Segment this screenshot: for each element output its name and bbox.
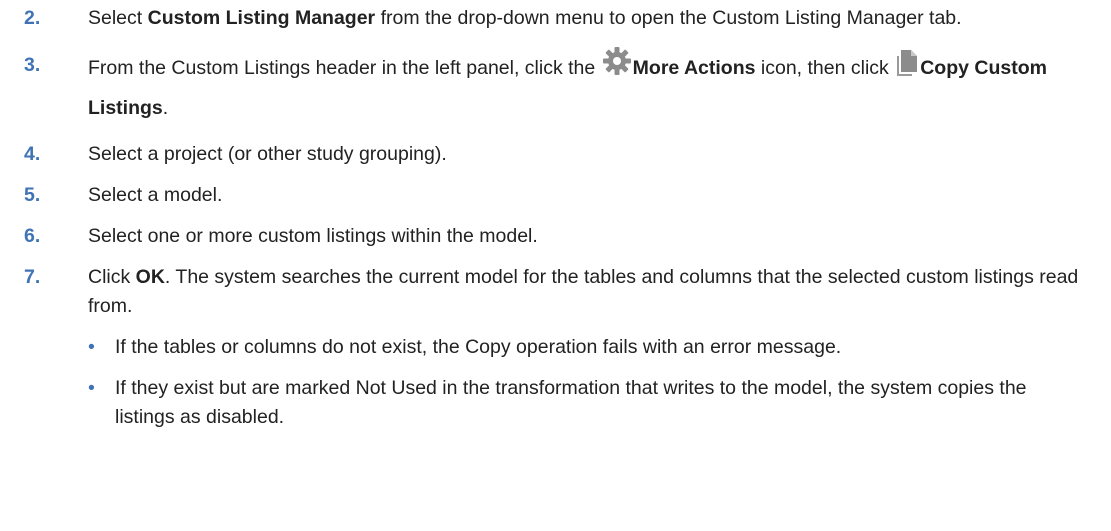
step-text: Select a project (or other study groupin… (88, 143, 447, 165)
step-text: Select a model. (88, 184, 223, 206)
step-text: Select one or more custom listings withi… (88, 225, 538, 247)
step-2: 2. Select Custom Listing Manager from th… (24, 4, 1091, 33)
list-item: • If the tables or columns do not exist,… (88, 333, 1091, 362)
step-number: 7. (24, 266, 41, 288)
step-text: . The system searches the current model … (88, 266, 1079, 317)
bullet-text: If the tables or columns do not exist, t… (115, 336, 842, 358)
copy-icon (894, 49, 920, 77)
step-text: From the Custom Listings header in the l… (88, 57, 601, 79)
bullet-marker: • (88, 336, 95, 358)
bullet-text: If they exist but are marked Not Used in… (115, 377, 1027, 428)
step-text: Click (88, 266, 136, 288)
step-7-bullets: • If the tables or columns do not exist,… (88, 333, 1091, 432)
more-actions-label: More Actions (632, 57, 756, 79)
step-text: . (162, 97, 169, 119)
step-text: Select (88, 7, 148, 29)
step-4: 4. Select a project (or other study grou… (24, 140, 1091, 169)
step-number: 3. (24, 54, 41, 76)
step-7: 7. Click OK. The system searches the cur… (24, 263, 1091, 432)
gear-icon (601, 45, 633, 77)
step-number: 5. (24, 184, 41, 206)
step-3: 4. 3. From the Custom Listings header in… (24, 45, 1091, 128)
step-5: 5. Select a model. (24, 181, 1091, 210)
bullet-marker: • (88, 377, 95, 399)
procedure-steps: 2. Select Custom Listing Manager from th… (24, 4, 1091, 432)
document-page: 2. Select Custom Listing Manager from th… (0, 0, 1111, 531)
list-item: • If they exist but are marked Not Used … (88, 374, 1091, 432)
step-text: from the drop-down menu to open the Cust… (375, 7, 962, 29)
step-text: icon, then click (755, 57, 895, 79)
step-number: 2. (24, 7, 41, 29)
step-number: 6. (24, 225, 41, 247)
step-6: 6. Select one or more custom listings wi… (24, 222, 1091, 251)
ok-button-label: OK (135, 266, 165, 288)
menu-item-custom-listing-manager: Custom Listing Manager (147, 7, 376, 29)
step-number: 4. (24, 143, 41, 165)
